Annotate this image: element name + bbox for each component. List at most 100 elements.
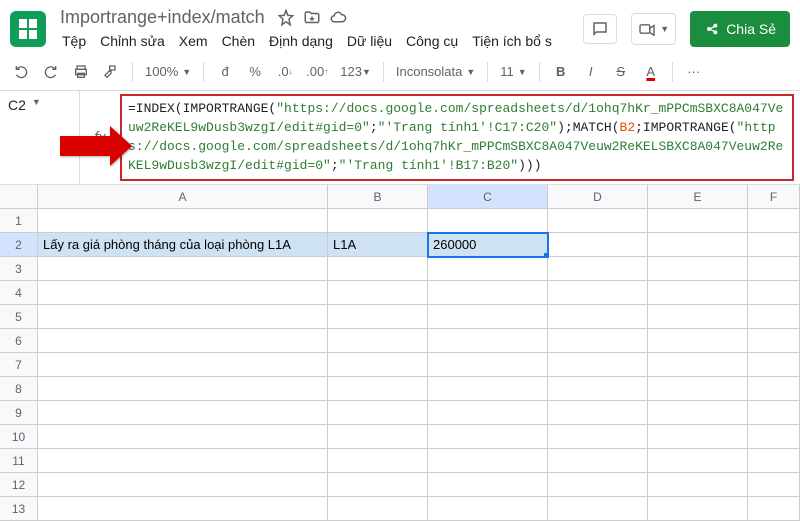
- cell[interactable]: [328, 401, 428, 425]
- cell[interactable]: [648, 449, 748, 473]
- cell[interactable]: [548, 401, 648, 425]
- menu-edit[interactable]: Chỉnh sửa: [94, 31, 171, 51]
- cell[interactable]: [38, 497, 328, 521]
- cell[interactable]: [428, 473, 548, 497]
- col-header[interactable]: A: [38, 185, 328, 209]
- cell[interactable]: [428, 377, 548, 401]
- bold-button[interactable]: B: [548, 59, 574, 85]
- cell[interactable]: [748, 377, 800, 401]
- cell[interactable]: Lấy ra giá phòng tháng của loại phòng L1…: [38, 233, 328, 257]
- cell[interactable]: [328, 257, 428, 281]
- doc-name[interactable]: Importrange+index/match: [56, 6, 269, 29]
- row-header[interactable]: 2: [0, 233, 38, 257]
- spreadsheet-grid[interactable]: 1 2 3 4 5 6 7 8 9 10 11 12 13 A B C D E …: [0, 185, 800, 521]
- cell[interactable]: [38, 329, 328, 353]
- cell[interactable]: [648, 377, 748, 401]
- row-header[interactable]: 9: [0, 401, 38, 425]
- cell[interactable]: [748, 497, 800, 521]
- cell[interactable]: [328, 473, 428, 497]
- cell[interactable]: [328, 425, 428, 449]
- cell[interactable]: [328, 281, 428, 305]
- cell[interactable]: [548, 449, 648, 473]
- cell[interactable]: [428, 305, 548, 329]
- cell[interactable]: [648, 497, 748, 521]
- cell[interactable]: [548, 233, 648, 257]
- cell[interactable]: [328, 329, 428, 353]
- cell[interactable]: [38, 401, 328, 425]
- menu-file[interactable]: Tệp: [56, 31, 92, 51]
- menu-extensions[interactable]: Tiện ích bổ s: [466, 31, 558, 51]
- col-header[interactable]: E: [648, 185, 748, 209]
- row-header[interactable]: 8: [0, 377, 38, 401]
- cell[interactable]: [428, 281, 548, 305]
- col-header[interactable]: B: [328, 185, 428, 209]
- cell[interactable]: [38, 305, 328, 329]
- cell[interactable]: [548, 473, 648, 497]
- cell[interactable]: [748, 233, 800, 257]
- strike-button[interactable]: S: [608, 59, 634, 85]
- cell[interactable]: [648, 401, 748, 425]
- percent-button[interactable]: %: [242, 59, 268, 85]
- cell[interactable]: [748, 329, 800, 353]
- row-header[interactable]: 3: [0, 257, 38, 281]
- row-header[interactable]: 6: [0, 329, 38, 353]
- row-header[interactable]: 1: [0, 209, 38, 233]
- number-format-button[interactable]: 123▼: [336, 59, 375, 85]
- cell[interactable]: [328, 377, 428, 401]
- cell[interactable]: [648, 233, 748, 257]
- formula-bar[interactable]: =INDEX(IMPORTRANGE("https://docs.google.…: [120, 94, 794, 181]
- row-header[interactable]: 11: [0, 449, 38, 473]
- active-cell[interactable]: 260000: [428, 233, 548, 257]
- cell[interactable]: [748, 281, 800, 305]
- row-header[interactable]: 10: [0, 425, 38, 449]
- cell[interactable]: [748, 209, 800, 233]
- menu-format[interactable]: Định dạng: [263, 31, 339, 51]
- cell[interactable]: [428, 449, 548, 473]
- move-folder-icon[interactable]: [303, 9, 321, 27]
- cell[interactable]: [648, 209, 748, 233]
- comment-history-button[interactable]: [583, 14, 617, 44]
- cell[interactable]: [328, 305, 428, 329]
- row-header[interactable]: 13: [0, 497, 38, 521]
- cell[interactable]: [38, 353, 328, 377]
- menu-data[interactable]: Dữ liệu: [341, 31, 398, 51]
- row-header[interactable]: 4: [0, 281, 38, 305]
- cell[interactable]: [328, 497, 428, 521]
- share-button[interactable]: Chia Sẻ: [690, 11, 790, 47]
- cell[interactable]: [748, 257, 800, 281]
- cell[interactable]: [328, 449, 428, 473]
- increase-decimal-button[interactable]: .00↑: [302, 59, 332, 85]
- cell[interactable]: [548, 281, 648, 305]
- undo-button[interactable]: [8, 59, 34, 85]
- row-header[interactable]: 5: [0, 305, 38, 329]
- col-header[interactable]: D: [548, 185, 648, 209]
- cell[interactable]: [748, 473, 800, 497]
- cell[interactable]: [38, 425, 328, 449]
- cell[interactable]: [38, 473, 328, 497]
- cell[interactable]: [428, 497, 548, 521]
- menu-insert[interactable]: Chèn: [216, 31, 261, 51]
- italic-button[interactable]: I: [578, 59, 604, 85]
- menu-tools[interactable]: Công cụ: [400, 31, 464, 51]
- cell[interactable]: [428, 353, 548, 377]
- cell[interactable]: [428, 425, 548, 449]
- cell[interactable]: [428, 329, 548, 353]
- sheets-logo[interactable]: [10, 11, 46, 47]
- cell[interactable]: [748, 353, 800, 377]
- decrease-decimal-button[interactable]: .0↓: [272, 59, 298, 85]
- cell[interactable]: [548, 497, 648, 521]
- more-toolbar-button[interactable]: ···: [681, 59, 707, 85]
- select-all-corner[interactable]: [0, 185, 38, 209]
- meet-present-button[interactable]: ▼: [631, 13, 676, 45]
- cell[interactable]: L1A: [328, 233, 428, 257]
- cell[interactable]: [648, 257, 748, 281]
- star-icon[interactable]: [277, 9, 295, 27]
- cell[interactable]: [748, 449, 800, 473]
- menu-view[interactable]: Xem: [173, 31, 214, 51]
- cell[interactable]: [648, 425, 748, 449]
- cell[interactable]: [38, 449, 328, 473]
- cell[interactable]: [748, 425, 800, 449]
- row-header[interactable]: 12: [0, 473, 38, 497]
- currency-button[interactable]: đ: [212, 59, 238, 85]
- cell[interactable]: [648, 353, 748, 377]
